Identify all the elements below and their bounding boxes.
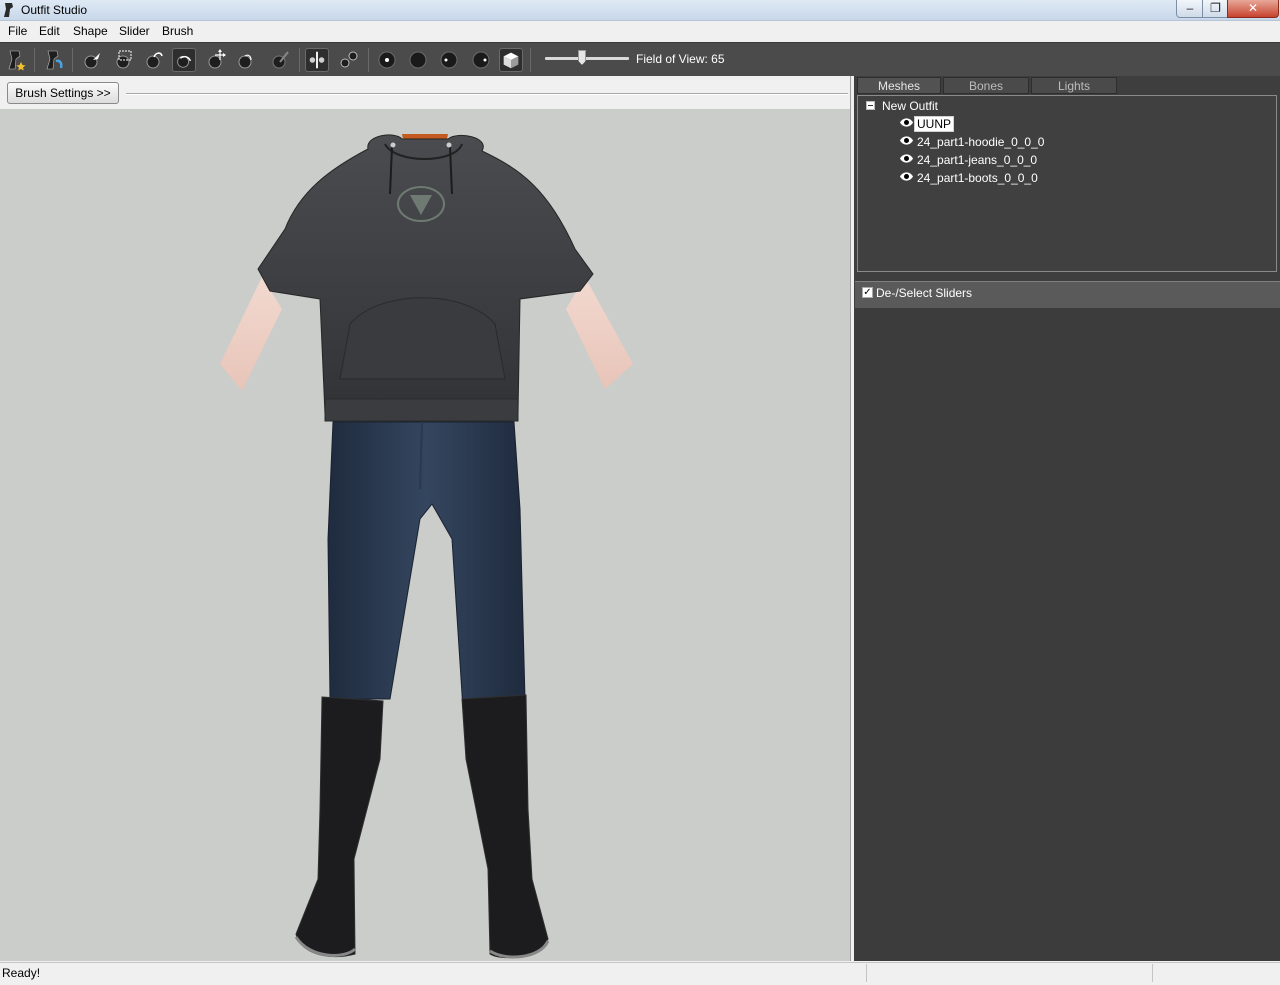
- maximize-button[interactable]: ❐: [1202, 0, 1229, 18]
- minimize-button[interactable]: –: [1176, 0, 1204, 18]
- move-brush-icon[interactable]: [204, 48, 228, 72]
- mask-brush-icon[interactable]: [112, 48, 136, 72]
- right-arm: [566, 277, 633, 389]
- new-project-icon[interactable]: [4, 48, 28, 72]
- x-mirror-icon[interactable]: [305, 48, 329, 72]
- load-reference-icon[interactable]: [42, 48, 66, 72]
- menu-bar: File Edit Shape Slider Brush: [0, 21, 1280, 42]
- divider: [126, 93, 848, 95]
- mesh-item-hoodie[interactable]: 24_part1-hoodie_0_0_0: [917, 135, 1044, 149]
- brush-settings-bar: [0, 76, 850, 108]
- eye-icon[interactable]: [899, 171, 914, 182]
- select-brush-icon[interactable]: [80, 48, 104, 72]
- show-texture-icon[interactable]: [499, 48, 523, 72]
- menu-slider[interactable]: Slider: [119, 24, 150, 38]
- status-bar: [0, 962, 1280, 985]
- mesh-item-boots[interactable]: 24_part1-boots_0_0_0: [917, 171, 1038, 185]
- left-boot: [295, 696, 384, 958]
- title-bar: Outfit Studio: [0, 0, 1280, 21]
- window-title: Outfit Studio: [21, 3, 88, 17]
- eye-icon[interactable]: [899, 135, 914, 146]
- menu-file[interactable]: File: [8, 24, 27, 38]
- show-light-icon[interactable]: [469, 48, 493, 72]
- inflate-brush-icon[interactable]: [142, 48, 166, 72]
- left-arm: [220, 277, 282, 391]
- tree-root-new-outfit[interactable]: New Outfit: [882, 99, 938, 113]
- weight-brush-icon[interactable]: [268, 48, 292, 72]
- tab-lights[interactable]: Lights: [1031, 77, 1117, 94]
- eye-icon[interactable]: [899, 117, 914, 128]
- brush-settings-button[interactable]: Brush Settings >>: [7, 82, 119, 104]
- field-of-view-label: Field of View: 65: [636, 52, 725, 66]
- outfit-model-render: [220, 134, 633, 959]
- mesh-item-uunp[interactable]: UUNP: [914, 116, 955, 132]
- eye-icon[interactable]: [899, 153, 914, 164]
- status-divider: [866, 964, 867, 982]
- app-icon: [4, 3, 13, 17]
- jeans: [327, 421, 526, 710]
- status-divider: [1152, 964, 1153, 982]
- deselect-sliders-label[interactable]: De-/Select Sliders: [876, 286, 972, 300]
- right-boot: [461, 694, 549, 959]
- 3d-viewport[interactable]: [0, 109, 850, 961]
- smooth-brush-icon[interactable]: [234, 48, 258, 72]
- deflate-brush-icon[interactable]: [172, 48, 196, 72]
- menu-brush[interactable]: Brush: [162, 24, 193, 38]
- close-button[interactable]: ✕: [1227, 0, 1279, 18]
- tab-bones[interactable]: Bones: [943, 77, 1029, 94]
- status-text: Ready!: [2, 966, 41, 980]
- menu-shape[interactable]: Shape: [73, 24, 108, 38]
- deselect-sliders-checkbox[interactable]: ✓: [862, 287, 873, 298]
- hoodie: [257, 134, 594, 425]
- field-of-view-track[interactable]: [545, 57, 629, 60]
- slider-list: [855, 308, 1280, 961]
- mesh-item-jeans[interactable]: 24_part1-jeans_0_0_0: [917, 153, 1037, 167]
- menu-edit[interactable]: Edit: [39, 24, 60, 38]
- show-vertex-icon[interactable]: [375, 48, 399, 72]
- connected-only-icon[interactable]: [337, 48, 361, 72]
- show-mesh-icon[interactable]: [406, 48, 430, 72]
- tab-meshes[interactable]: Meshes: [857, 77, 941, 94]
- show-wireframe-icon[interactable]: [437, 48, 461, 72]
- collapse-icon[interactable]: [866, 101, 875, 110]
